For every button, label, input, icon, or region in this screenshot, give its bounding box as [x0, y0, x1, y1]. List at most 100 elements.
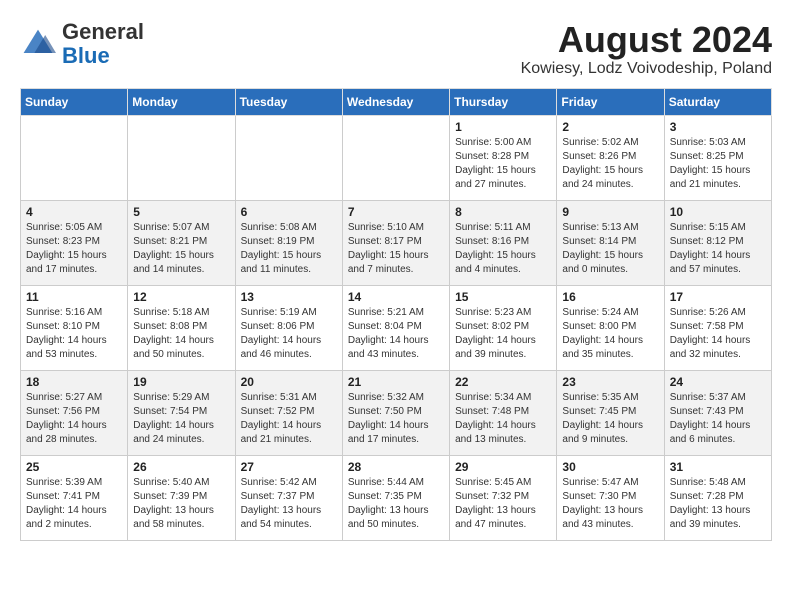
day-number: 6 — [241, 205, 337, 219]
day-info: Sunrise: 5:48 AM Sunset: 7:28 PM Dayligh… — [670, 476, 766, 532]
day-header-thursday: Thursday — [450, 88, 557, 115]
calendar-cell: 30Sunrise: 5:47 AM Sunset: 7:30 PM Dayli… — [557, 455, 664, 540]
day-info: Sunrise: 5:05 AM Sunset: 8:23 PM Dayligh… — [26, 221, 122, 277]
day-info: Sunrise: 5:44 AM Sunset: 7:35 PM Dayligh… — [348, 476, 444, 532]
page-title: August 2024 — [521, 20, 772, 60]
day-number: 9 — [562, 205, 658, 219]
day-number: 20 — [241, 375, 337, 389]
day-header-wednesday: Wednesday — [342, 88, 449, 115]
day-info: Sunrise: 5:07 AM Sunset: 8:21 PM Dayligh… — [133, 221, 229, 277]
day-number: 4 — [26, 205, 122, 219]
calendar-cell: 25 Sunrise: 5:39 AM Sunset: 7:41 PM Dayli… — [21, 455, 128, 540]
day-number: 21 — [348, 375, 444, 389]
calendar-cell: 22Sunrise: 5:34 AM Sunset: 7:48 PM Dayli… — [450, 370, 557, 455]
logo-icon — [20, 26, 56, 62]
calendar-cell: 8 Sunrise: 5:11 AM Sunset: 8:16 PM Daylig… — [450, 200, 557, 285]
day-info: Sunrise: 5:32 AM Sunset: 7:50 PM Dayligh… — [348, 391, 444, 447]
day-number: 26 — [133, 460, 229, 474]
day-info: Sunrise: 5:42 AM Sunset: 7:37 PM Dayligh… — [241, 476, 337, 532]
day-info: Sunrise: 5:21 AM Sunset: 8:04 PM Dayligh… — [348, 306, 444, 362]
day-info: Sunrise: 5:02 AM Sunset: 8:26 PM Dayligh… — [562, 136, 658, 192]
day-info: Sunrise: 5:10 AM Sunset: 8:17 PM Dayligh… — [348, 221, 444, 277]
day-info: Sunrise: 5:29 AM Sunset: 7:54 PM Dayligh… — [133, 391, 229, 447]
calendar-cell: 18Sunrise: 5:27 AM Sunset: 7:56 PM Dayli… — [21, 370, 128, 455]
logo-blue: Blue — [62, 43, 110, 68]
day-number: 25 — [26, 460, 122, 474]
day-number: 11 — [26, 290, 122, 304]
calendar-cell: 26 Sunrise: 5:40 AM Sunset: 7:39 PM Dayli… — [128, 455, 235, 540]
day-number: 3 — [670, 120, 766, 134]
day-header-friday: Friday — [557, 88, 664, 115]
day-number: 10 — [670, 205, 766, 219]
calendar-cell — [21, 115, 128, 200]
day-number: 19 — [133, 375, 229, 389]
calendar-cell: 4 Sunrise: 5:05 AM Sunset: 8:23 PM Daylig… — [21, 200, 128, 285]
day-header-tuesday: Tuesday — [235, 88, 342, 115]
title-block: August 2024 Kowiesy, Lodz Voivodeship, P… — [521, 20, 772, 78]
day-number: 12 — [133, 290, 229, 304]
day-number: 29 — [455, 460, 551, 474]
day-info: Sunrise: 5:39 AM Sunset: 7:41 PM Dayligh… — [26, 476, 122, 532]
calendar-cell: 28Sunrise: 5:44 AM Sunset: 7:35 PM Dayli… — [342, 455, 449, 540]
day-number: 2 — [562, 120, 658, 134]
day-info: Sunrise: 5:35 AM Sunset: 7:45 PM Dayligh… — [562, 391, 658, 447]
day-info: Sunrise: 5:26 AM Sunset: 7:58 PM Dayligh… — [670, 306, 766, 362]
day-info: Sunrise: 5:16 AM Sunset: 8:10 PM Dayligh… — [26, 306, 122, 362]
calendar-table: SundayMondayTuesdayWednesdayThursdayFrid… — [20, 88, 772, 541]
day-number: 15 — [455, 290, 551, 304]
day-info: Sunrise: 5:13 AM Sunset: 8:14 PM Dayligh… — [562, 221, 658, 277]
day-number: 31 — [670, 460, 766, 474]
day-header-sunday: Sunday — [21, 88, 128, 115]
calendar-cell: 14 Sunrise: 5:21 AM Sunset: 8:04 PM Dayli… — [342, 285, 449, 370]
calendar-cell: 21 Sunrise: 5:32 AM Sunset: 7:50 PM Dayli… — [342, 370, 449, 455]
calendar-cell: 7 Sunrise: 5:10 AM Sunset: 8:17 PM Daylig… — [342, 200, 449, 285]
calendar-cell: 12 Sunrise: 5:18 AM Sunset: 8:08 PM Dayli… — [128, 285, 235, 370]
day-info: Sunrise: 5:18 AM Sunset: 8:08 PM Dayligh… — [133, 306, 229, 362]
logo-text: General Blue — [62, 20, 144, 68]
day-info: Sunrise: 5:37 AM Sunset: 7:43 PM Dayligh… — [670, 391, 766, 447]
calendar-cell: 23 Sunrise: 5:35 AM Sunset: 7:45 PM Dayli… — [557, 370, 664, 455]
day-number: 14 — [348, 290, 444, 304]
week-row-3: 11 Sunrise: 5:16 AM Sunset: 8:10 PM Dayli… — [21, 285, 772, 370]
calendar-cell: 9 Sunrise: 5:13 AM Sunset: 8:14 PM Daylig… — [557, 200, 664, 285]
page-subtitle: Kowiesy, Lodz Voivodeship, Poland — [521, 60, 772, 78]
calendar-cell: 16 Sunrise: 5:24 AM Sunset: 8:00 PM Dayli… — [557, 285, 664, 370]
day-number: 1 — [455, 120, 551, 134]
calendar-cell: 19 Sunrise: 5:29 AM Sunset: 7:54 PM Dayli… — [128, 370, 235, 455]
calendar-cell — [235, 115, 342, 200]
day-info: Sunrise: 5:24 AM Sunset: 8:00 PM Dayligh… — [562, 306, 658, 362]
day-header-saturday: Saturday — [664, 88, 771, 115]
day-info: Sunrise: 5:11 AM Sunset: 8:16 PM Dayligh… — [455, 221, 551, 277]
week-row-1: 1Sunrise: 5:00 AM Sunset: 8:28 PM Daylig… — [21, 115, 772, 200]
calendar-header-row: SundayMondayTuesdayWednesdayThursdayFrid… — [21, 88, 772, 115]
page-header: General Blue August 2024 Kowiesy, Lodz V… — [20, 20, 772, 78]
day-info: Sunrise: 5:08 AM Sunset: 8:19 PM Dayligh… — [241, 221, 337, 277]
day-info: Sunrise: 5:03 AM Sunset: 8:25 PM Dayligh… — [670, 136, 766, 192]
day-number: 22 — [455, 375, 551, 389]
calendar-cell: 6 Sunrise: 5:08 AM Sunset: 8:19 PM Daylig… — [235, 200, 342, 285]
week-row-4: 18Sunrise: 5:27 AM Sunset: 7:56 PM Dayli… — [21, 370, 772, 455]
day-number: 7 — [348, 205, 444, 219]
logo: General Blue — [20, 20, 144, 68]
day-number: 13 — [241, 290, 337, 304]
calendar-cell: 3 Sunrise: 5:03 AM Sunset: 8:25 PM Daylig… — [664, 115, 771, 200]
calendar-cell: 17Sunrise: 5:26 AM Sunset: 7:58 PM Dayli… — [664, 285, 771, 370]
logo-general: General — [62, 19, 144, 44]
day-info: Sunrise: 5:19 AM Sunset: 8:06 PM Dayligh… — [241, 306, 337, 362]
calendar-cell: 5Sunrise: 5:07 AM Sunset: 8:21 PM Daylig… — [128, 200, 235, 285]
day-info: Sunrise: 5:40 AM Sunset: 7:39 PM Dayligh… — [133, 476, 229, 532]
calendar-cell: 20Sunrise: 5:31 AM Sunset: 7:52 PM Dayli… — [235, 370, 342, 455]
day-number: 16 — [562, 290, 658, 304]
calendar-cell: 13 Sunrise: 5:19 AM Sunset: 8:06 PM Dayli… — [235, 285, 342, 370]
calendar-cell: 24Sunrise: 5:37 AM Sunset: 7:43 PM Dayli… — [664, 370, 771, 455]
day-info: Sunrise: 5:47 AM Sunset: 7:30 PM Dayligh… — [562, 476, 658, 532]
day-number: 23 — [562, 375, 658, 389]
calendar-cell: 31 Sunrise: 5:48 AM Sunset: 7:28 PM Dayli… — [664, 455, 771, 540]
calendar-cell: 15Sunrise: 5:23 AM Sunset: 8:02 PM Dayli… — [450, 285, 557, 370]
day-number: 27 — [241, 460, 337, 474]
calendar-cell: 29 Sunrise: 5:45 AM Sunset: 7:32 PM Dayli… — [450, 455, 557, 540]
calendar-cell: 11 Sunrise: 5:16 AM Sunset: 8:10 PM Dayli… — [21, 285, 128, 370]
calendar-cell: 2 Sunrise: 5:02 AM Sunset: 8:26 PM Daylig… — [557, 115, 664, 200]
day-number: 8 — [455, 205, 551, 219]
day-info: Sunrise: 5:45 AM Sunset: 7:32 PM Dayligh… — [455, 476, 551, 532]
